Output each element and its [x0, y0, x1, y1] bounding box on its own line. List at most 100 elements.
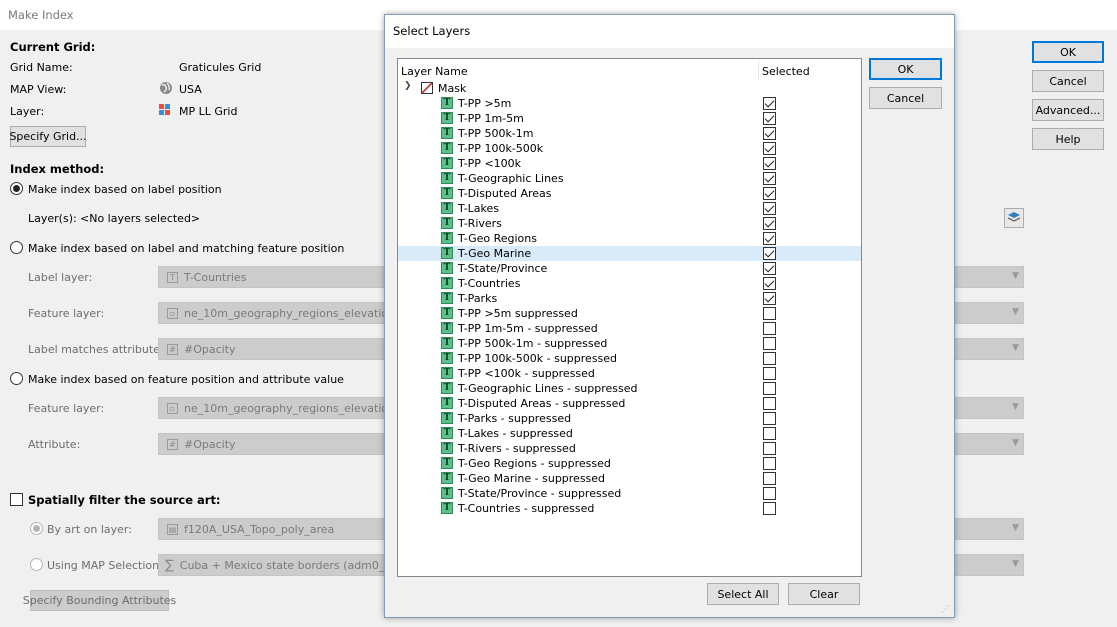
layer-row[interactable]: T T-Countries	[398, 276, 861, 291]
layer-row[interactable]: T T-PP <100k	[398, 156, 861, 171]
layer-selected-checkbox[interactable]	[763, 487, 776, 500]
map-view-value: USA	[179, 83, 202, 96]
layer-selected-checkbox[interactable]	[763, 292, 776, 305]
layer-row[interactable]: T T-PP 100k-500k	[398, 141, 861, 156]
layer-selected-checkbox[interactable]	[763, 97, 776, 110]
layer-row[interactable]: T T-Geo Regions	[398, 231, 861, 246]
layer-selected-checkbox[interactable]	[763, 322, 776, 335]
layer-selected-checkbox[interactable]	[763, 262, 776, 275]
help-button[interactable]: Help	[1032, 128, 1104, 150]
layer-selected-checkbox[interactable]	[763, 217, 776, 230]
feature-layer2-select-value: ne_10m_geography_regions_elevation_po	[184, 401, 415, 415]
layer-row[interactable]: T T-Disputed Areas	[398, 186, 861, 201]
column-header-layer-name[interactable]: Layer Name	[401, 65, 468, 78]
layer-selected-checkbox[interactable]	[763, 112, 776, 125]
layer-selected-checkbox[interactable]	[763, 472, 776, 485]
layer-row-label: T-State/Province	[458, 262, 548, 275]
tree-row-mask[interactable]: ❯ Mask	[398, 81, 861, 96]
layer-row[interactable]: T T-PP 500k-1m - suppressed	[398, 336, 861, 351]
chevron-down-icon: ▼	[1012, 307, 1019, 317]
by-art-radio[interactable]	[30, 522, 43, 535]
layer-selected-checkbox[interactable]	[763, 337, 776, 350]
index-method-heading: Index method:	[10, 162, 105, 176]
ok-button[interactable]: OK	[1032, 41, 1104, 63]
layer-row-label: T-PP 100k-500k - suppressed	[458, 352, 618, 365]
layer-selected-checkbox[interactable]	[763, 232, 776, 245]
layer-selected-checkbox[interactable]	[763, 187, 776, 200]
specify-grid-button[interactable]: Specify Grid...	[9, 126, 87, 147]
layer-list[interactable]: Layer Name Selected ❯ Mask T T-PP >5m T T-P…	[397, 58, 862, 577]
layer-row-label: T-Parks	[458, 292, 498, 305]
by-art-label: By art on layer:	[47, 523, 132, 536]
feature-attribute-radio[interactable]	[10, 372, 23, 385]
layer-row-label: T-Geo Regions	[458, 232, 537, 245]
layer-row[interactable]: T T-PP >5m	[398, 96, 861, 111]
layer-selected-checkbox[interactable]	[763, 367, 776, 380]
label-position-radio[interactable]	[10, 182, 23, 195]
layer-selected-checkbox[interactable]	[763, 502, 776, 515]
layer-selected-checkbox[interactable]	[763, 142, 776, 155]
layer-row[interactable]: T T-Lakes - suppressed	[398, 426, 861, 441]
layer-row[interactable]: T T-Disputed Areas - suppressed	[398, 396, 861, 411]
layer-row[interactable]: T T-Lakes	[398, 201, 861, 216]
layer-row[interactable]: T T-State/Province	[398, 261, 861, 276]
chevron-down-icon[interactable]: ❯	[404, 81, 412, 91]
layer-row[interactable]: T T-Rivers - suppressed	[398, 441, 861, 456]
layer-row[interactable]: T T-PP 500k-1m	[398, 126, 861, 141]
layer-row-label: T-PP 500k-1m	[458, 127, 534, 140]
layer-selected-checkbox[interactable]	[763, 457, 776, 470]
clear-button[interactable]: Clear	[788, 583, 860, 605]
layer-row[interactable]: T T-Geo Marine	[398, 246, 861, 261]
layer-selected-checkbox[interactable]	[763, 352, 776, 365]
layer-selected-checkbox[interactable]	[763, 277, 776, 290]
select-all-button[interactable]: Select All	[707, 583, 779, 605]
layer-selected-checkbox[interactable]	[763, 157, 776, 170]
layer-row[interactable]: T T-Rivers	[398, 216, 861, 231]
text-layer-icon: T	[441, 217, 453, 229]
layer-selected-checkbox[interactable]	[763, 412, 776, 425]
grid-name-label: Grid Name:	[10, 61, 73, 74]
layer-row[interactable]: T T-Parks	[398, 291, 861, 306]
layer-row[interactable]: T T-Parks - suppressed	[398, 411, 861, 426]
layer-selected-checkbox[interactable]	[763, 202, 776, 215]
resize-grip-icon[interactable]: ⋰	[941, 605, 950, 615]
layer-selected-checkbox[interactable]	[763, 172, 776, 185]
layer-selected-checkbox[interactable]	[763, 127, 776, 140]
column-header-selected[interactable]: Selected	[762, 65, 810, 78]
dialog-cancel-button[interactable]: Cancel	[869, 87, 942, 109]
layer-row[interactable]: T T-PP >5m suppressed	[398, 306, 861, 321]
layer-selected-checkbox[interactable]	[763, 247, 776, 260]
layer-row[interactable]: T T-Countries - suppressed	[398, 501, 861, 516]
by-art-select-value: f120A_USA_Topo_poly_area	[184, 522, 335, 536]
label-feature-option-label: Make index based on label and matching f…	[28, 242, 345, 255]
label-feature-radio[interactable]	[10, 241, 23, 254]
map-selection-radio[interactable]	[30, 558, 43, 571]
layer-row[interactable]: T T-Geographic Lines - suppressed	[398, 381, 861, 396]
layer-selected-checkbox[interactable]	[763, 397, 776, 410]
layer-row[interactable]: T T-Geo Regions - suppressed	[398, 456, 861, 471]
text-layer-icon: T	[441, 442, 453, 454]
spatial-filter-checkbox[interactable]	[10, 493, 23, 506]
grid-layer-icon	[159, 104, 171, 116]
layer-row[interactable]: T T-PP 1m-5m - suppressed	[398, 321, 861, 336]
layer-row-label: T-Geographic Lines - suppressed	[458, 382, 638, 395]
text-layer-icon: T	[441, 157, 453, 169]
layer-selected-checkbox[interactable]	[763, 307, 776, 320]
layer-row[interactable]: T T-PP 1m-5m	[398, 111, 861, 126]
feature-layer-select-value: ne_10m_geography_regions_elevation_po	[184, 306, 415, 320]
layer-row[interactable]: T T-State/Province - suppressed	[398, 486, 861, 501]
layer-selected-checkbox[interactable]	[763, 442, 776, 455]
layer-row[interactable]: T T-Geographic Lines	[398, 171, 861, 186]
layer-row[interactable]: T T-Geo Marine - suppressed	[398, 471, 861, 486]
layer-row[interactable]: T T-PP <100k - suppressed	[398, 366, 861, 381]
advanced-button[interactable]: Advanced...	[1032, 99, 1104, 121]
column-divider[interactable]	[758, 61, 759, 79]
choose-layers-button[interactable]	[1004, 208, 1024, 228]
text-layer-icon: T	[441, 502, 453, 514]
dialog-ok-button[interactable]: OK	[869, 58, 942, 80]
layer-selected-checkbox[interactable]	[763, 427, 776, 440]
layer-selected-checkbox[interactable]	[763, 382, 776, 395]
cancel-button[interactable]: Cancel	[1032, 70, 1104, 92]
specify-bounding-button[interactable]: Specify Bounding Attributes	[23, 590, 176, 611]
layer-row[interactable]: T T-PP 100k-500k - suppressed	[398, 351, 861, 366]
